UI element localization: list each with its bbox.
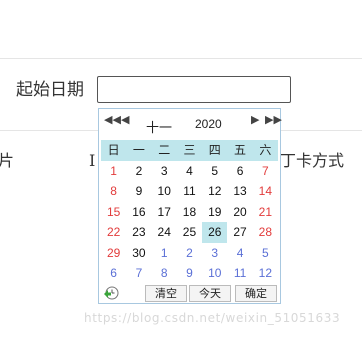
calendar-day[interactable]: 6 <box>227 161 252 182</box>
table-header-fragment-right: 丁卡方式 <box>280 151 345 170</box>
calendar-week-row: 15 16 17 18 19 20 21 <box>101 202 278 223</box>
calendar-day[interactable]: 27 <box>227 222 252 243</box>
confirm-button[interactable]: 确定 <box>235 285 277 302</box>
next-month-icon[interactable]: ▶ <box>251 114 259 126</box>
clear-button[interactable]: 清空 <box>145 285 187 302</box>
page: 起始日期 片 I 丁卡方式 ◀◀ ◀ 十一 2020 ▶ ▶▶ 日 一 二 三 … <box>0 0 362 338</box>
start-date-label: 起始日期 <box>16 80 84 100</box>
calendar-day[interactable]: 5 <box>202 161 227 182</box>
calendar-days: 1 2 3 4 5 6 7 8 9 10 11 12 13 14 15 16 17 18 19 20 21 22 23 24 2… <box>101 161 278 284</box>
calendar-day[interactable]: 16 <box>126 202 151 223</box>
calendar-day[interactable]: 22 <box>101 222 126 243</box>
month-label[interactable]: 十一 <box>146 117 172 136</box>
calendar-day[interactable]: 7 <box>253 161 278 182</box>
calendar-day[interactable]: 1 <box>101 161 126 182</box>
prev-month-icon[interactable]: ◀ <box>121 114 129 126</box>
clock-icon[interactable] <box>103 285 120 301</box>
weekday-thu: 四 <box>202 140 228 161</box>
calendar-header: ◀◀ ◀ 十一 2020 ▶ ▶▶ <box>99 109 282 139</box>
calendar-day[interactable]: 17 <box>152 202 177 223</box>
calendar-day[interactable]: 23 <box>126 222 151 243</box>
calendar-day[interactable]: 12 <box>202 181 227 202</box>
calendar-day[interactable]: 3 <box>152 161 177 182</box>
calendar-day-today[interactable]: 26 <box>202 222 228 243</box>
top-divider <box>0 58 362 59</box>
next-year-icon[interactable]: ▶▶ <box>265 114 282 126</box>
calendar-day[interactable]: 11 <box>177 181 202 202</box>
calendar-day[interactable]: 9 <box>177 263 202 284</box>
table-header-fragment-left: 片 <box>0 151 15 170</box>
weekday-fri: 五 <box>227 140 253 161</box>
calendar-day[interactable]: 7 <box>126 263 151 284</box>
calendar-day[interactable]: 20 <box>227 202 252 223</box>
calendar-day[interactable]: 4 <box>227 243 252 264</box>
calendar-week-row: 8 9 10 11 12 13 14 <box>101 181 278 202</box>
calendar-day[interactable]: 19 <box>202 202 227 223</box>
weekday-wed: 三 <box>176 140 203 161</box>
weekday-tue: 二 <box>151 140 177 161</box>
calendar-day[interactable]: 4 <box>177 161 202 182</box>
watermark: https://blog.csdn.net/weixin_51051633 <box>84 311 341 325</box>
calendar-day[interactable]: 12 <box>253 263 278 284</box>
calendar-day[interactable]: 2 <box>177 243 202 264</box>
calendar-day[interactable]: 30 <box>126 243 151 264</box>
weekday-sat: 六 <box>252 140 278 161</box>
calendar-week-row: 22 23 24 25 26 27 28 <box>101 222 278 243</box>
weekday-row: 日 一 二 三 四 五 六 <box>101 140 278 161</box>
start-date-input[interactable] <box>97 76 291 103</box>
calendar-day[interactable]: 11 <box>227 263 252 284</box>
calendar-day[interactable]: 14 <box>253 181 278 202</box>
calendar-day[interactable]: 28 <box>253 222 278 243</box>
today-button[interactable]: 今天 <box>189 285 231 302</box>
calendar-day[interactable]: 24 <box>152 222 177 243</box>
calendar-day[interactable]: 8 <box>101 181 126 202</box>
calendar-day[interactable]: 5 <box>253 243 278 264</box>
calendar-day[interactable]: 18 <box>177 202 202 223</box>
calendar-day[interactable]: 10 <box>202 263 227 284</box>
year-label[interactable]: 2020 <box>195 117 222 131</box>
calendar-day[interactable]: 13 <box>227 181 252 202</box>
calendar-day[interactable]: 9 <box>126 181 151 202</box>
calendar-week-row: 29 30 1 2 3 4 5 <box>101 243 278 264</box>
calendar-day[interactable]: 2 <box>126 161 151 182</box>
calendar-day[interactable]: 6 <box>101 263 126 284</box>
date-picker-popup: ◀◀ ◀ 十一 2020 ▶ ▶▶ 日 一 二 三 四 五 六 12345678… <box>98 108 282 304</box>
weekday-mon: 一 <box>126 140 152 161</box>
calendar-day[interactable]: 29 <box>101 243 126 264</box>
weekday-sun: 日 <box>101 140 127 161</box>
table-header-fragment-mid: I <box>89 151 96 170</box>
prev-year-icon[interactable]: ◀◀ <box>104 114 121 126</box>
calendar-day[interactable]: 25 <box>177 222 202 243</box>
calendar-grid: 日 一 二 三 四 五 六 1 2 3 4 5 6 7 8 9 10 11 12 13 14 15 16 17 1… <box>101 140 278 284</box>
calendar-day[interactable]: 8 <box>152 263 177 284</box>
calendar-day[interactable]: 15 <box>101 202 126 223</box>
calendar-day[interactable]: 1 <box>152 243 177 264</box>
calendar-day[interactable]: 21 <box>253 202 278 223</box>
calendar-week-row: 6 7 8 9 10 11 12 <box>101 263 278 284</box>
calendar-footer: 清空 今天 确定 <box>99 283 280 303</box>
calendar-day[interactable]: 3 <box>202 243 227 264</box>
calendar-week-row: 1234567 <box>101 161 278 182</box>
calendar-day[interactable]: 10 <box>152 181 177 202</box>
